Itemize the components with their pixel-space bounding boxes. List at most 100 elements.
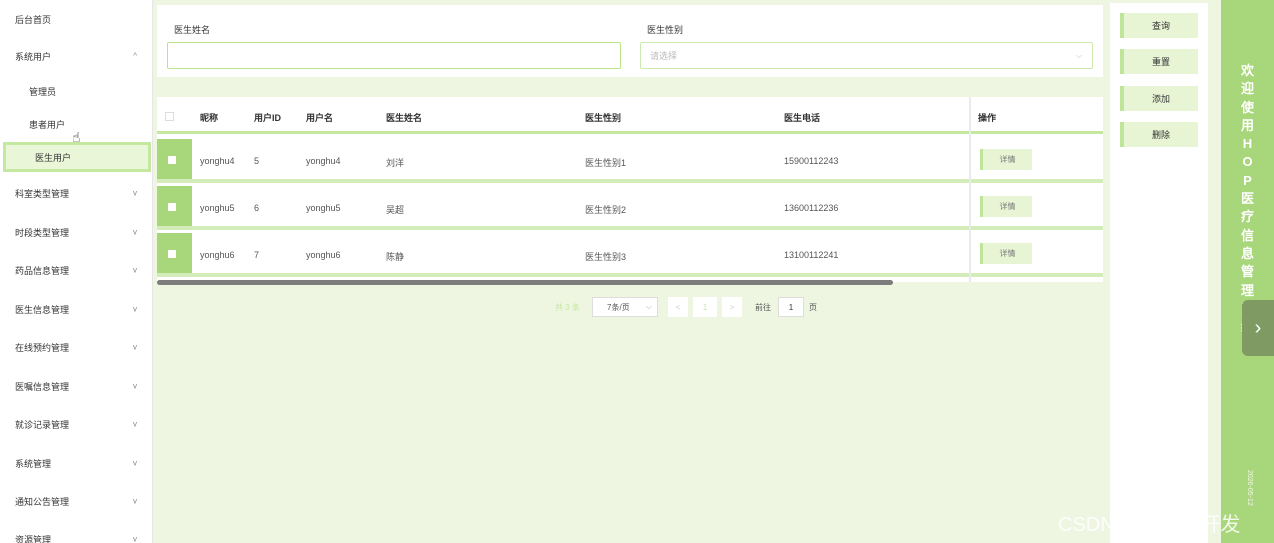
cell-doctor-gender: 医生性别3: [585, 252, 627, 262]
column-header-user-id: 用户ID: [254, 113, 282, 123]
cell-doctor-name: 陈静: [386, 252, 405, 262]
cell-doctor-phone: 13100112241: [784, 250, 839, 260]
sidebar-item-admin[interactable]: 管理员: [0, 76, 153, 106]
row-checkbox[interactable]: [168, 250, 176, 258]
sidebar-item-doctor-users[interactable]: 医生用户: [3, 142, 151, 172]
column-header-username: 用户名: [306, 113, 334, 123]
table-row: yonghu6 7 yonghu6 陈静 医生性别3 13100112241 详…: [157, 233, 1103, 277]
doctor-name-input[interactable]: [167, 42, 621, 69]
sidebar-item-label: 资源管理: [15, 534, 52, 543]
reset-button[interactable]: 重置: [1120, 49, 1198, 74]
cell-nickname: yonghu4: [200, 156, 235, 166]
chevron-right-icon[interactable]: ›: [1242, 300, 1274, 356]
table-row: yonghu5 6 yonghu5 吴超 医生性别2 13600112236 详…: [157, 186, 1103, 230]
row-checkbox[interactable]: [168, 203, 176, 211]
sidebar-item-doctor-info[interactable]: 医生信息管理 v: [0, 294, 153, 324]
sidebar-item-label: 医生用户: [35, 152, 72, 163]
chevron-down-icon: v: [133, 419, 137, 429]
detail-button[interactable]: 详情: [980, 196, 1032, 217]
horizontal-scrollbar[interactable]: [157, 280, 893, 285]
search-panel: 医生姓名 医生性别 请选择 ⌵: [157, 5, 1103, 77]
hand-cursor-icon: ☝: [72, 129, 81, 145]
chevron-down-icon: v: [133, 381, 137, 391]
chevron-down-icon: v: [133, 227, 137, 237]
sidebar-item-system-management[interactable]: 系统管理 v: [0, 448, 153, 478]
sidebar-item-label: 在线预约管理: [15, 342, 70, 353]
sidebar-item-label: 医嘱信息管理: [15, 381, 70, 392]
select-all-checkbox[interactable]: [165, 112, 174, 121]
row-checkbox[interactable]: [168, 156, 176, 164]
sidebar-item-label: 药品信息管理: [15, 265, 70, 276]
chevron-down-icon: v: [133, 188, 137, 198]
sidebar-item-visit-records[interactable]: 就诊记录管理 v: [0, 409, 153, 439]
chevron-down-icon: v: [133, 458, 137, 468]
sidebar-item-label: 后台首页: [15, 14, 52, 25]
sidebar-item-label: 医生信息管理: [15, 304, 70, 315]
cell-username: yonghu4: [306, 156, 341, 166]
cell-doctor-gender: 医生性别1: [585, 158, 627, 168]
chevron-down-icon: v: [133, 534, 137, 543]
cell-doctor-phone: 13600112236: [784, 203, 839, 213]
sidebar-item-resources[interactable]: 资源管理 v: [0, 524, 153, 543]
cell-user-id: 5: [254, 156, 260, 166]
sidebar-item-timeslot-types[interactable]: 时段类型管理 v: [0, 217, 153, 247]
cell-username: yonghu5: [306, 203, 341, 213]
sidebar-item-label: 管理员: [29, 86, 57, 97]
sidebar-item-system-users[interactable]: 系统用户 ^: [0, 41, 153, 71]
doctor-gender-select[interactable]: 请选择 ⌵: [640, 42, 1093, 69]
banner-title: 欢 迎 使 用 H O P 医 疗 信 息 管 理 系 统: [1240, 63, 1254, 334]
sidebar-item-label: 系统管理: [15, 458, 52, 469]
sidebar-item-home[interactable]: 后台首页: [0, 4, 153, 34]
chevron-down-icon: v: [133, 265, 137, 275]
page-size-select[interactable]: 7条/页 ⌵: [592, 297, 658, 317]
fixed-column-divider: [969, 97, 971, 282]
cell-user-id: 7: [254, 250, 260, 260]
select-placeholder: 请选择: [650, 51, 678, 61]
column-header-operation: 操作: [978, 113, 997, 123]
column-header-nickname: 昵称: [200, 113, 219, 123]
sidebar-item-department-types[interactable]: 科室类型管理 v: [0, 178, 153, 208]
goto-page-input[interactable]: 1: [778, 297, 804, 317]
cell-user-id: 6: [254, 203, 260, 213]
column-header-doctor-name: 医生姓名: [386, 113, 423, 123]
sidebar-item-label: 时段类型管理: [15, 227, 70, 238]
sidebar-item-label: 通知公告管理: [15, 496, 70, 507]
detail-button[interactable]: 详情: [980, 149, 1032, 170]
sidebar-item-label: 系统用户: [15, 51, 52, 62]
chevron-down-icon: ⌵: [645, 302, 652, 311]
add-button[interactable]: 添加: [1120, 86, 1198, 111]
sidebar: 后台首页 系统用户 ^ 管理员 患者用户 医生用户 科室类型管理 v 时段类型管理 v…: [0, 0, 153, 543]
cell-doctor-name: 吴超: [386, 205, 405, 215]
sidebar-item-notices[interactable]: 通知公告管理 v: [0, 486, 153, 516]
sidebar-item-label: 就诊记录管理: [15, 419, 70, 430]
column-header-doctor-gender: 医生性别: [585, 113, 622, 123]
cell-nickname: yonghu5: [200, 203, 235, 213]
sidebar-item-drug-info[interactable]: 药品信息管理 v: [0, 255, 153, 285]
cell-nickname: yonghu6: [200, 250, 235, 260]
sidebar-item-medical-orders[interactable]: 医嘱信息管理 v: [0, 371, 153, 401]
pagination-total: 共 3 条: [555, 302, 580, 312]
next-page-button[interactable]: >: [722, 297, 742, 317]
chevron-down-icon: v: [133, 496, 137, 506]
chevron-down-icon: v: [133, 304, 137, 314]
cell-doctor-name: 刘洋: [386, 158, 405, 168]
action-panel: 查询 重置 添加 删除: [1110, 3, 1208, 543]
banner-date: 2026-05-12: [1246, 470, 1253, 506]
cell-username: yonghu6: [306, 250, 341, 260]
goto-label: 前往: [755, 302, 771, 312]
delete-button[interactable]: 删除: [1120, 122, 1198, 147]
sidebar-item-online-appointments[interactable]: 在线预约管理 v: [0, 332, 153, 362]
cell-doctor-phone: 15900112243: [784, 156, 839, 166]
chevron-down-icon: ⌵: [1075, 50, 1082, 60]
page-size-value: 7条/页: [607, 302, 630, 312]
cell-doctor-gender: 医生性别2: [585, 205, 627, 215]
doctor-table: 昵称 用户ID 用户名 医生姓名 医生性别 医生电话 操作 yonghu4 5 …: [157, 97, 1103, 282]
table-header: 昵称 用户ID 用户名 医生姓名 医生性别 医生电话 操作: [157, 97, 1103, 134]
sidebar-item-label: 患者用户: [29, 119, 66, 130]
detail-button[interactable]: 详情: [980, 243, 1032, 264]
doctor-name-label: 医生姓名: [174, 25, 211, 35]
page-number-current[interactable]: 1: [693, 297, 717, 317]
prev-page-button[interactable]: <: [668, 297, 688, 317]
query-button[interactable]: 查询: [1120, 13, 1198, 38]
doctor-gender-label: 医生性别: [647, 25, 684, 35]
